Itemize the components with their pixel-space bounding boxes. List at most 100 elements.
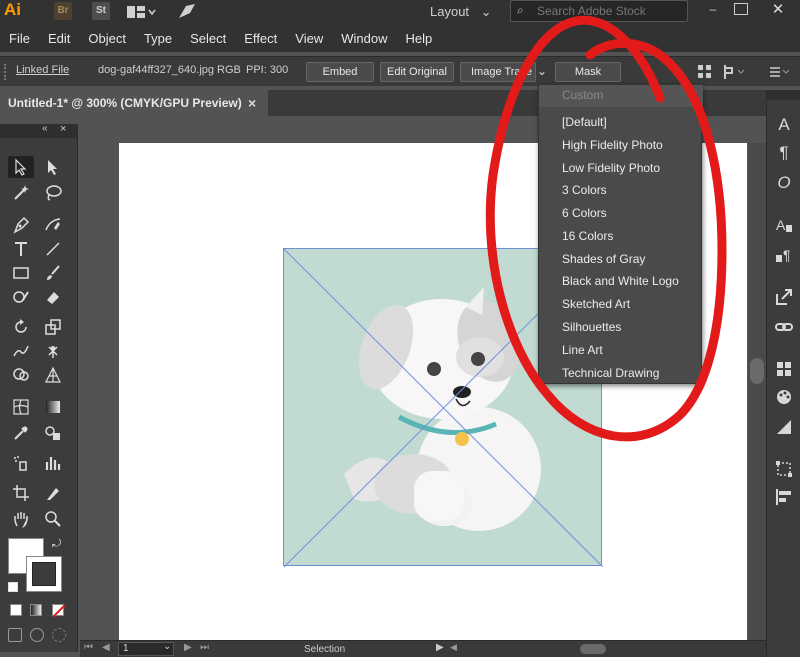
mesh-tool-icon[interactable] (8, 396, 34, 418)
gradient-tool-icon[interactable] (40, 396, 66, 418)
type-tool-icon[interactable] (8, 238, 34, 260)
horizontal-scrollbar[interactable]: ◀ (450, 642, 760, 654)
direct-selection-tool-icon[interactable] (40, 156, 66, 178)
control-bar-grip[interactable] (4, 64, 6, 80)
warp-tool-icon[interactable] (8, 340, 34, 362)
align-panel-icon[interactable] (773, 486, 795, 508)
curvature-tool-icon[interactable] (40, 214, 66, 236)
scrollbar-thumb[interactable] (580, 644, 606, 654)
preset-item[interactable]: Line Art (562, 343, 603, 357)
preset-item[interactable]: Black and White Logo (562, 274, 679, 288)
adobe-stock-search[interactable]: ⌕ Search Adobe Stock (510, 0, 688, 22)
rotate-tool-icon[interactable] (8, 316, 34, 338)
preset-item[interactable]: Technical Drawing (562, 366, 659, 380)
embed-button[interactable]: Embed (306, 62, 374, 82)
swap-fill-stroke-icon[interactable]: ⤾ (52, 538, 61, 551)
shape-builder-tool-icon[interactable] (8, 364, 34, 386)
scale-tool-icon[interactable] (40, 316, 66, 338)
gradient-mode-icon[interactable] (30, 604, 42, 616)
image-trace-button[interactable]: Image Trace (460, 62, 536, 82)
document-tab[interactable]: Untitled-1* @ 300% (CMYK/GPU Preview) × (0, 90, 268, 116)
last-artboard-icon[interactable]: ⏭ (200, 642, 209, 653)
menu-view[interactable]: View (286, 26, 332, 52)
preset-item[interactable]: 16 Colors (562, 229, 613, 243)
menu-effect[interactable]: Effect (235, 26, 286, 52)
preset-item[interactable]: 3 Colors (562, 183, 607, 197)
artboard-number-field[interactable]: 1 ⌄ (118, 641, 174, 656)
stock-button[interactable]: St (92, 2, 110, 20)
lasso-tool-icon[interactable] (40, 182, 66, 204)
minimize-button[interactable]: – (704, 2, 722, 20)
first-artboard-icon[interactable]: ⏮ (84, 642, 93, 653)
none-mode-icon[interactable] (52, 604, 65, 617)
character-panel-icon[interactable]: A (773, 114, 795, 136)
paintbrush-tool-icon[interactable] (40, 262, 66, 284)
eyedropper-tool-icon[interactable] (8, 422, 34, 444)
transform-panel-icon[interactable] (773, 458, 795, 480)
next-artboard-icon[interactable]: ▶ (184, 642, 192, 653)
perspective-grid-tool-icon[interactable] (40, 364, 66, 386)
menu-select[interactable]: Select (181, 26, 235, 52)
preset-item[interactable]: Silhouettes (562, 320, 621, 334)
gradient-panel-icon[interactable] (773, 416, 795, 438)
tools-panel-header[interactable]: « × (0, 123, 78, 138)
paragraph-styles-icon[interactable]: ¶ (773, 244, 795, 266)
mask-button[interactable]: Mask (555, 62, 621, 82)
collapse-icon[interactable]: « (42, 123, 48, 134)
preset-item[interactable]: [Default] (562, 115, 607, 129)
draw-behind-icon[interactable] (30, 628, 44, 642)
preset-item[interactable]: High Fidelity Photo (562, 138, 663, 152)
rectangle-tool-icon[interactable] (8, 262, 34, 284)
dock-header[interactable] (767, 90, 800, 100)
draw-normal-icon[interactable] (8, 628, 22, 642)
stroke-swatch[interactable] (26, 556, 62, 592)
window-close-button[interactable]: ✕ (764, 0, 792, 18)
scroll-left-icon[interactable]: ◀ (450, 642, 457, 653)
artboard-tool-icon[interactable] (8, 482, 34, 504)
slice-tool-icon[interactable] (40, 482, 66, 504)
magic-wand-tool-icon[interactable] (8, 182, 34, 204)
opentype-panel-icon[interactable]: O (773, 172, 795, 194)
status-menu-icon[interactable]: ▶ (436, 642, 444, 653)
color-guide-panel-icon[interactable] (773, 386, 795, 408)
paragraph-panel-icon[interactable]: ¶ (773, 142, 795, 164)
preset-item[interactable]: Sketched Art (562, 297, 630, 311)
arrange-documents-button[interactable] (126, 4, 156, 20)
draw-inside-icon[interactable] (52, 628, 66, 642)
shaper-tool-icon[interactable] (8, 286, 34, 308)
blend-tool-icon[interactable] (40, 422, 66, 444)
symbol-sprayer-tool-icon[interactable] (8, 452, 34, 474)
panel-menu-icon[interactable] (768, 63, 792, 81)
links-panel-icon[interactable] (773, 316, 795, 338)
menu-window[interactable]: Window (332, 26, 396, 52)
line-segment-tool-icon[interactable] (40, 238, 66, 260)
trace-presets-chevron-icon[interactable]: ⌄ (537, 64, 551, 80)
eraser-tool-icon[interactable] (40, 286, 66, 308)
preset-item[interactable]: 6 Colors (562, 206, 607, 220)
zoom-tool-icon[interactable] (40, 508, 66, 530)
menu-edit[interactable]: Edit (39, 26, 79, 52)
menu-type[interactable]: Type (135, 26, 181, 52)
menu-object[interactable]: Object (79, 26, 135, 52)
preset-item[interactable]: Low Fidelity Photo (562, 161, 660, 175)
close-icon[interactable]: × (60, 123, 66, 135)
align-grid-icon[interactable] (698, 65, 712, 79)
edit-original-button[interactable]: Edit Original (380, 62, 454, 82)
selection-tool-icon[interactable] (8, 156, 34, 178)
maximize-button[interactable] (734, 3, 748, 15)
scrollbar-thumb[interactable] (750, 358, 764, 384)
workspace-switcher[interactable]: Layout ⌄ (424, 4, 494, 22)
column-graph-tool-icon[interactable] (40, 452, 66, 474)
swatches-panel-icon[interactable] (773, 358, 795, 380)
export-panel-icon[interactable] (773, 286, 795, 308)
default-fill-stroke-icon[interactable] (8, 582, 18, 592)
bridge-button[interactable]: Br (54, 2, 72, 20)
menu-file[interactable]: File (0, 26, 39, 52)
puppet-warp-tool-icon[interactable] (40, 340, 66, 362)
close-icon[interactable]: × (248, 90, 256, 116)
previous-artboard-icon[interactable]: ◀ (102, 642, 110, 653)
preset-item[interactable]: Shades of Gray (562, 252, 645, 266)
character-styles-icon[interactable]: A (773, 214, 795, 236)
transform-options-icon[interactable] (722, 63, 750, 81)
linked-file-link[interactable]: Linked File (16, 64, 69, 76)
